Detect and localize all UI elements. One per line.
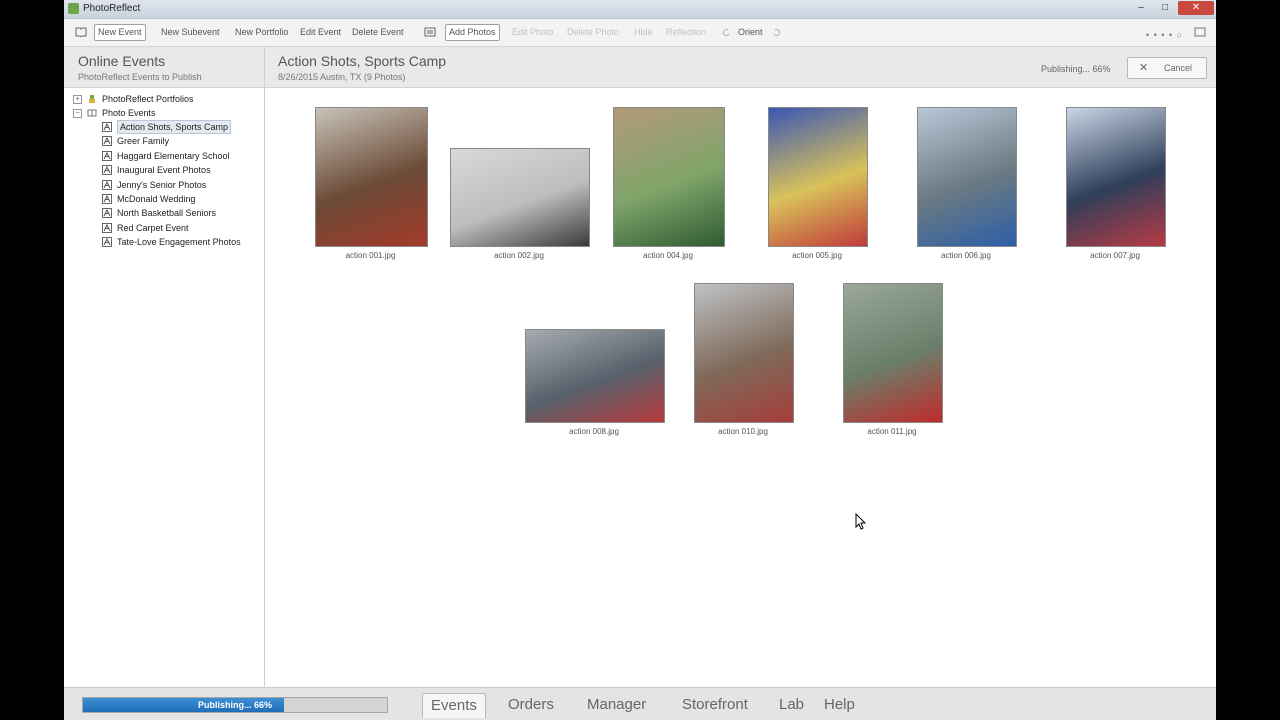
tab-storefront[interactable]: Storefront [674,693,756,717]
photo-filename: action 001.jpg [345,251,396,260]
cancel-button[interactable]: ✕ Cancel [1127,57,1207,79]
event-icon [102,194,112,204]
event-subtitle: 8/26/2015 Austin, TX (9 Photos) [278,72,406,82]
collapse-icon[interactable]: − [73,109,82,118]
close-icon: ✕ [1139,62,1149,74]
mouse-cursor-icon [855,513,867,530]
app-window: PhotoReflect – □ ✕ New Event New Subeven… [64,0,1216,720]
photo-image[interactable] [613,107,725,247]
tab-orders[interactable]: Orders [500,693,562,717]
tree-item-label: Greer Family [117,136,170,147]
edit-event-button[interactable]: Edit Event [297,25,344,40]
expand-icon[interactable]: + [73,95,82,104]
status-bar: Publishing... 66% Events Orders Manager … [64,687,1216,720]
photo-image[interactable] [525,329,665,423]
tree-item-label: Tate-Love Engagement Photos [117,237,241,248]
photos-pane: Action Shots, Sports Camp 8/26/2015 Aust… [265,47,1216,687]
new-event-button[interactable]: New Event [94,24,146,41]
tab-help[interactable]: Help [816,693,863,717]
event-title: Action Shots, Sports Camp [278,53,447,69]
event-icon [102,165,112,176]
photo-image[interactable] [768,107,868,247]
orient-button[interactable]: Orient [735,25,766,40]
book-icon[interactable] [75,27,87,37]
publishing-status: Publishing... 66% [1041,64,1111,74]
tree-item-label: Red Carpet Event [117,222,189,233]
tree-item-label: McDonald Wedding [117,194,196,204]
new-portfolio-button[interactable]: New Portfolio [232,25,292,40]
photo-filename: action 010.jpg [718,427,768,436]
window-view-icon[interactable] [1194,27,1206,37]
photo-image[interactable] [843,283,943,423]
event-icon [102,136,112,147]
photo-filename: action 006.jpg [941,251,991,260]
photo-image[interactable] [694,283,794,423]
cancel-label: Cancel [1164,63,1193,73]
photos-pane-header: Action Shots, Sports Camp 8/26/2015 Aust… [265,47,1216,88]
rotate-right-icon[interactable] [771,27,783,37]
tree-item-label: Photo Events [102,108,156,118]
tree-item-label: Inaugural Event Photos [117,165,211,176]
photo-image[interactable] [315,107,428,247]
close-button[interactable]: ✕ [1178,1,1214,15]
photo-filename: action 007.jpg [1090,251,1140,260]
edit-photo-button[interactable]: Edit Photo [509,25,557,40]
delete-photo-button[interactable]: Delete Photo [564,25,622,40]
rotate-left-icon[interactable] [720,27,732,37]
toolbar: New Event New Subevent New Portfolio Edi… [64,19,1216,47]
delete-event-button[interactable]: Delete Event [349,25,407,40]
portfolio-icon [89,95,95,103]
event-icon [102,179,112,190]
photo-image[interactable] [450,148,590,247]
photo-filename: action 005.jpg [792,251,842,260]
app-icon [68,3,79,14]
photo-image[interactable] [1066,107,1166,247]
tree-item-label: PhotoReflect Portfolios [102,94,194,104]
event-icon [102,237,112,248]
events-pane-title: Online Events [78,53,166,69]
add-photos-button[interactable]: Add Photos [445,24,500,41]
reflection-button[interactable]: Reflection [663,25,709,40]
event-icon [102,150,112,161]
tree-item-label: Action Shots, Sports Camp [117,120,232,134]
tab-manager[interactable]: Manager [579,693,654,717]
photo-filename: action 011.jpg [867,427,917,436]
tree-item-label: North Basketball Seniors [117,208,217,219]
maximize-button[interactable]: □ [1154,1,1176,15]
folder-icon [87,109,97,117]
publish-progress-bar: Publishing... 66% [82,697,388,713]
events-pane: Online Events PhotoReflect Events to Pub… [64,47,265,687]
events-pane-subtitle: PhotoReflect Events to Publish [78,72,202,82]
tree-item-label: Jenny's Senior Photos [117,179,207,190]
hide-button[interactable]: Hide [631,25,656,40]
photo-filename: action 008.jpg [569,427,619,436]
tab-events[interactable]: Events [422,693,486,718]
event-icon [102,222,112,233]
photo-filename: action 004.jpg [643,251,693,260]
new-subevent-button[interactable]: New Subevent [158,25,223,40]
tree-item-label: Haggard Elementary School [117,150,230,161]
window-title: PhotoReflect [83,3,141,14]
photo-filename: action 002.jpg [494,251,544,260]
title-bar: PhotoReflect – □ ✕ [64,0,1216,19]
event-icon [102,122,112,132]
photo-image[interactable] [917,107,1017,247]
event-icon [102,208,112,219]
thumbnail-size-slider[interactable]: • • • • ○ [1146,30,1183,40]
events-pane-header: Online Events PhotoReflect Events to Pub… [64,47,264,88]
minimize-button[interactable]: – [1130,1,1152,15]
list-view-icon[interactable] [424,27,436,37]
progress-label: Publishing... 66% [197,700,272,710]
tab-lab[interactable]: Lab [771,693,812,717]
